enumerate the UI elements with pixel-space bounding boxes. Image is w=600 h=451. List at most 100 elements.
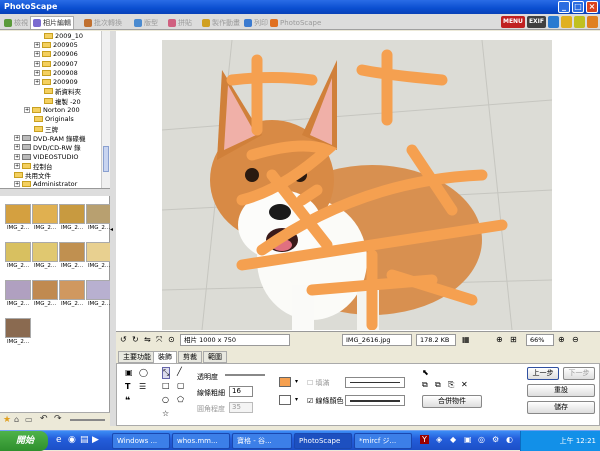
redo-button[interactable]: 下一步 (563, 367, 595, 380)
thumbnail[interactable]: IMG_2... (85, 280, 113, 310)
expand-icon[interactable]: + (14, 162, 20, 169)
home-icon[interactable] (587, 16, 598, 28)
forward-arrow-icon[interactable]: ↷ (54, 414, 62, 424)
thumbnail[interactable]: IMG_2... (4, 318, 32, 348)
photo-preview[interactable] (162, 40, 552, 330)
tab-combine[interactable]: 拼貼 (166, 16, 194, 29)
history-icon[interactable]: ⊙ (168, 335, 175, 344)
tree-item[interactable]: 共用文件 (0, 170, 109, 180)
line-width-input[interactable]: 16 (229, 386, 253, 397)
rounded-rect-icon[interactable]: ▢ (177, 381, 185, 390)
merge-objects-button[interactable]: 合併物件 (422, 395, 482, 408)
tab-print[interactable]: 列印 (242, 16, 270, 29)
maximize-button[interactable]: □ (572, 1, 584, 13)
corner-input[interactable]: 35 (229, 402, 253, 413)
thumbnail[interactable]: IMG_2... (31, 280, 59, 310)
tree-item[interactable]: + VIDEOSTUDIO (0, 152, 109, 161)
tree-item[interactable]: +200906 (0, 50, 109, 59)
app-icon[interactable]: ◈ (436, 435, 442, 444)
app2-icon[interactable]: ◆ (450, 435, 456, 444)
ellipse-icon[interactable]: ○ (162, 395, 169, 404)
expand-icon[interactable]: + (34, 79, 40, 86)
menu-button[interactable]: MENU (500, 16, 525, 28)
expand-icon[interactable]: + (14, 144, 20, 151)
zoom-actual-icon[interactable]: ⊞ (510, 335, 517, 344)
tree-item[interactable]: 2009_10 (0, 31, 109, 40)
tree-item[interactable]: +200905 (0, 40, 109, 49)
thumbnail-size-slider[interactable] (70, 419, 105, 421)
media-icon[interactable]: ▶ (92, 435, 99, 445)
tree-item[interactable]: + DVD-RAM 錄碟機 (0, 133, 109, 143)
star-icon[interactable]: ★ (3, 415, 11, 425)
tab-region[interactable]: 範圍 (203, 351, 227, 363)
fill-dropdown-icon[interactable]: ▾ (295, 396, 298, 403)
task-whos[interactable]: whos.mm... (172, 433, 230, 449)
expand-icon[interactable]: + (14, 181, 20, 188)
task-mircf[interactable]: *mircf ジ... (354, 433, 412, 449)
close-button[interactable]: × (586, 1, 598, 13)
text-icon[interactable]: T (125, 382, 130, 391)
expand-icon[interactable]: + (34, 69, 40, 76)
ie-icon[interactable]: e (56, 435, 62, 445)
select-icon[interactable]: ⤡ (162, 367, 171, 379)
yahoo-icon[interactable]: Y (420, 435, 429, 444)
task-photoscape[interactable]: PhotoScape (294, 433, 352, 449)
expand-icon[interactable]: + (34, 41, 40, 48)
tab-page[interactable]: 版型 (132, 16, 160, 29)
tab-photoscape[interactable]: PhotoScape (268, 16, 323, 29)
task-windows[interactable]: Windows ... (112, 433, 170, 449)
collapse-arrow-icon[interactable]: ◂ (110, 226, 113, 233)
expand-icon[interactable]: + (24, 107, 30, 114)
quicklaunch-icon[interactable]: ◉ (68, 435, 76, 445)
polygon-icon[interactable]: ⬠ (177, 395, 184, 404)
quote-icon[interactable]: ❝ (125, 396, 130, 406)
tree-item[interactable]: 複製 -20 (0, 96, 109, 106)
opacity-slider[interactable] (225, 374, 265, 376)
thumbnail[interactable]: IMG_2... (4, 204, 32, 234)
back-arrow-icon[interactable]: ↶ (40, 414, 48, 424)
window-icon[interactable] (574, 16, 585, 28)
fill-checkbox[interactable]: ☐ 填滿 (307, 378, 330, 388)
line-icon[interactable]: ╱ (177, 367, 182, 376)
cursor-icon[interactable]: ⬉ (422, 368, 429, 377)
tab-object[interactable]: 裝飾 (153, 351, 177, 363)
tab-gif[interactable]: 製作動畫 (200, 16, 242, 29)
rectangle-icon[interactable]: □ (162, 381, 170, 390)
tree-item[interactable]: 新資料夾 (0, 87, 109, 96)
speech-bubble-icon[interactable]: ◯ (139, 368, 148, 377)
thumbnail[interactable]: IMG_2... (4, 280, 32, 310)
tree-scrollbar[interactable] (101, 31, 110, 188)
color-dropdown-icon[interactable]: ▾ (295, 378, 298, 385)
outline-checkbox[interactable]: ☑ 線條顏色 (307, 396, 344, 406)
save-button[interactable]: 儲存 (527, 401, 595, 414)
minimize-button[interactable]: _ (558, 1, 570, 13)
expand-icon[interactable]: + (34, 60, 40, 67)
star-icon[interactable] (561, 16, 572, 28)
tab-batch[interactable]: 批次轉換 (82, 16, 124, 29)
exif-button[interactable]: EXIF (526, 16, 546, 28)
tab-editor[interactable]: 相片編輯 (30, 16, 74, 29)
tree-item[interactable]: + DVD/CD-RW 錄 (0, 143, 109, 152)
thumbnail[interactable]: IMG_2... (58, 204, 86, 234)
fit-icon[interactable]: ⤧ (156, 335, 162, 345)
stroke-color-swatch[interactable] (279, 377, 291, 387)
photo-icon[interactable]: ▣ (125, 368, 133, 377)
star-shape-icon[interactable]: ☆ (162, 409, 169, 418)
tree-scroll-thumb[interactable] (103, 146, 109, 172)
expand-icon[interactable]: + (14, 153, 20, 160)
zoom-fit-icon[interactable]: ⊕ (496, 335, 503, 344)
tree-item[interactable]: 三牌 (0, 124, 109, 134)
fill-color-swatch[interactable] (279, 395, 291, 405)
thumbnail[interactable]: IMG_2... (31, 204, 59, 234)
start-button[interactable]: 開始 (0, 431, 48, 451)
send-back-icon[interactable]: ⧉ (435, 380, 441, 390)
delete-icon[interactable]: ✕ (461, 380, 468, 389)
thumbnail[interactable]: IMG_2... (4, 242, 32, 272)
tree-item[interactable]: +200908 (0, 68, 109, 77)
tree-item[interactable]: Originals (0, 115, 109, 124)
app5-icon[interactable]: ⚙ (492, 435, 499, 444)
tree-item[interactable]: +200907 (0, 59, 109, 68)
symbol-icon[interactable]: ☰ (139, 382, 146, 391)
reset-button[interactable]: 重設 (527, 384, 595, 397)
zoom-out-icon[interactable]: ⊖ (572, 335, 579, 344)
